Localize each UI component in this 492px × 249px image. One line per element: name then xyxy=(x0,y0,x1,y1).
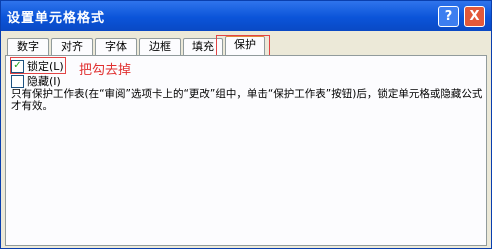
tab-number[interactable]: 数字 xyxy=(7,38,49,56)
tab-font[interactable]: 字体 xyxy=(95,38,137,56)
format-cells-dialog: 设置单元格格式 ? X 数字 对齐 字体 边框 填充 保护 ✓ 锁定(L) 把勾去… xyxy=(0,0,492,249)
help-button[interactable]: ? xyxy=(438,6,459,27)
protection-description: 只有保护工作表(在“审阅”选项卡上的“更改”组中，单击“保护工作表”按钮)后，锁… xyxy=(11,88,483,112)
locked-highlight xyxy=(10,57,66,74)
annotation-text: 把勾去掉 xyxy=(79,63,132,78)
hidden-option[interactable]: 隐藏(I) xyxy=(11,74,61,89)
protection-panel xyxy=(5,55,487,246)
title-bar[interactable]: 设置单元格格式 ? X xyxy=(1,1,491,31)
tab-alignment[interactable]: 对齐 xyxy=(51,38,93,56)
dialog-title: 设置单元格格式 xyxy=(7,11,106,26)
hidden-label: 隐藏(I) xyxy=(27,75,61,88)
tab-border[interactable]: 边框 xyxy=(139,38,181,56)
hidden-checkbox[interactable] xyxy=(11,74,24,88)
close-button[interactable]: X xyxy=(464,6,485,27)
